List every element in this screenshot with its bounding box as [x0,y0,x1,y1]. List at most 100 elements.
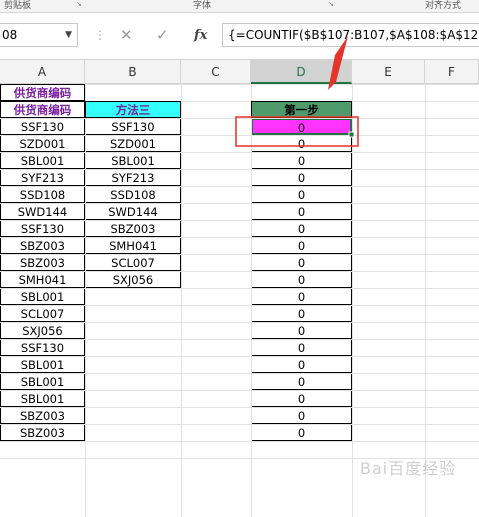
cancel-icon[interactable]: ✕ [120,27,133,43]
grid-line [251,84,252,517]
grid-line [0,407,479,408]
grid-line [0,441,479,442]
grid-line [0,271,479,272]
grid-line [0,237,479,238]
cell-d[interactable]: 0 [251,407,352,424]
ribbon-group-font[interactable]: 字体 [193,0,211,11]
cell-d[interactable]: 0 [251,322,352,339]
cell-a[interactable]: SYF213 [0,169,85,186]
header-cell-d2[interactable]: 第一步 [251,101,352,118]
grid-line [0,424,479,425]
chevron-down-icon[interactable]: ▼ [65,24,72,46]
column-header-b[interactable]: B [85,60,181,84]
cell-d[interactable]: 0 [251,169,352,186]
separator-dots-icon: ⋮ [94,28,106,42]
cell-a[interactable]: SBL001 [0,390,85,407]
grid-line [181,84,182,517]
cell-d[interactable]: 0 [251,424,352,441]
ribbon-group-clipboard[interactable]: 剪贴板 [4,0,31,11]
cell-d[interactable]: 0 [251,135,352,152]
cell-b[interactable]: SBZ003 [85,220,181,237]
grid-line [0,373,479,374]
cell-d[interactable]: 0 [251,390,352,407]
cell-d[interactable]: 0 [251,186,352,203]
cell-a[interactable]: SCL007 [0,305,85,322]
formula-input[interactable]: {=COUNTIF($B$107:B107,$A$108:$A$126)} [222,23,479,47]
cell-d[interactable]: 0 [251,271,352,288]
grid-line [425,84,426,517]
cell-b[interactable]: SMH041 [85,237,181,254]
grid-line [85,84,86,517]
grid-line [0,186,479,187]
grid-line [0,135,479,136]
watermark: Bai百度经验 [360,459,457,478]
cell-b[interactable]: SSD108 [85,186,181,203]
cell-a[interactable]: SSF130 [0,339,85,356]
cell-d[interactable]: 0 [251,254,352,271]
cell-d[interactable]: 0 [251,237,352,254]
grid-line [0,169,479,170]
cell-a[interactable]: SXJ056 [0,322,85,339]
header-cell-a2[interactable]: 供货商编码 [0,101,85,118]
grid-line [0,356,479,357]
grid-line [0,220,479,221]
grid-line [0,305,479,306]
column-header-a[interactable]: A [0,60,85,84]
cell-a[interactable]: SMH041 [0,271,85,288]
dialog-launcher-icon[interactable]: ↘ [76,0,84,8]
grid-line [0,339,479,340]
cell-b[interactable]: SZD001 [85,135,181,152]
cell-a[interactable]: SBL001 [0,152,85,169]
cell-b[interactable]: SCL007 [85,254,181,271]
cell-d[interactable]: 0 [251,118,352,135]
worksheet-grid[interactable]: A B C D E F SSF130 SSF130 0 SZD001 SZD001 0 SB… [0,60,479,517]
cell-a[interactable]: SBL001 [0,356,85,373]
cell-b[interactable]: SSF130 [85,118,181,135]
column-header-f[interactable]: F [425,60,479,84]
column-header-e[interactable]: E [352,60,425,84]
cell-d[interactable]: 0 [251,339,352,356]
cell-d[interactable]: 0 [251,373,352,390]
cell-a[interactable]: SSF130 [0,118,85,135]
confirm-icon[interactable]: ✓ [156,27,169,43]
cell-a[interactable]: SBL001 [0,288,85,305]
cell-d[interactable]: 0 [251,203,352,220]
cell-a[interactable]: SWD144 [0,203,85,220]
grid-line [0,152,479,153]
grid-line [0,288,479,289]
cell-d[interactable]: 0 [251,356,352,373]
ribbon-group-alignment[interactable]: 对齐方式 [425,0,461,11]
name-box[interactable]: 08 ▼ [0,23,78,47]
cell-a[interactable]: SBZ003 [0,424,85,441]
insert-function-icon[interactable]: fx [194,28,207,44]
cell-b[interactable]: SBL001 [85,152,181,169]
header-cell-b2[interactable]: 方法三 [85,101,181,118]
grid-line [0,203,479,204]
grid-line [0,322,479,323]
cell-a[interactable]: SBZ003 [0,407,85,424]
cell-b[interactable]: SXJ056 [85,271,181,288]
cell-a[interactable]: SBL001 [0,373,85,390]
cell-b[interactable]: SWD144 [85,203,181,220]
formula-bar: 08 ▼ ⋮ ✕ ✓ fx {=COUNTIF($B$107:B107,$A$1… [0,13,479,60]
grid-line [0,118,479,119]
header-cell-a1[interactable]: 供货商编码 [0,84,85,101]
cell-b[interactable]: SYF213 [85,169,181,186]
cell-d[interactable]: 0 [251,288,352,305]
cell-a[interactable]: SSD108 [0,186,85,203]
column-header-c[interactable]: C [181,60,251,84]
dialog-launcher-icon[interactable]: ↘ [328,0,336,8]
cell-a[interactable]: SSF130 [0,220,85,237]
grid-line [352,84,353,517]
column-header-d[interactable]: D [251,60,352,84]
grid-line [0,254,479,255]
cell-d[interactable]: 0 [251,220,352,237]
cell-a[interactable]: SZD001 [0,135,85,152]
name-box-value: 08 [2,28,18,42]
cell-d[interactable]: 0 [251,152,352,169]
grid-line [0,390,479,391]
cell-a[interactable]: SBZ003 [0,254,85,271]
cell-a[interactable]: SBZ003 [0,237,85,254]
ribbon-strip: 剪贴板 ↘ 字体 ↘ 对齐方式 [0,0,479,13]
cell-d[interactable]: 0 [251,305,352,322]
